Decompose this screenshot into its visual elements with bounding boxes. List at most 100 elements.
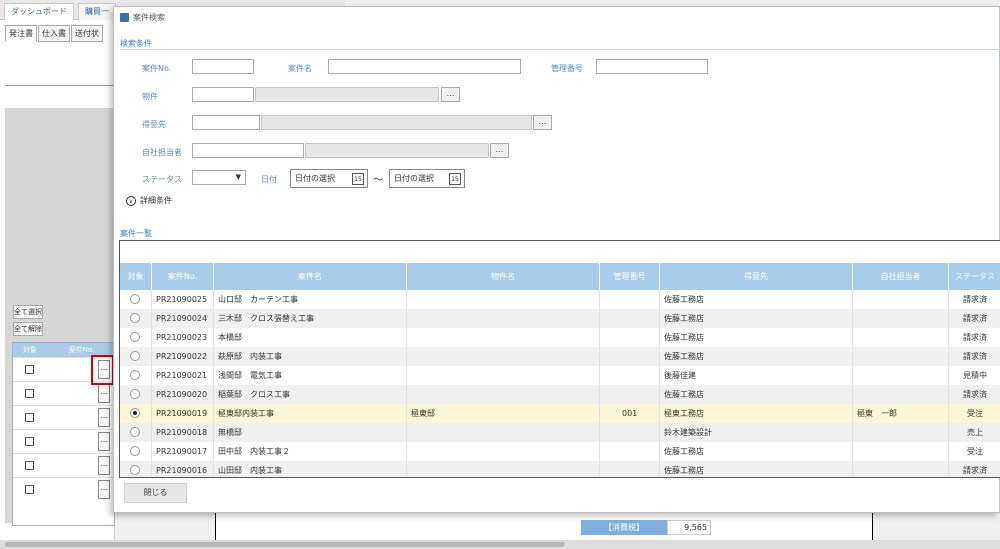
row-select[interactable] xyxy=(120,309,152,328)
close-button[interactable]: 閉じる xyxy=(124,483,187,503)
radio-button[interactable] xyxy=(130,370,140,380)
row-property xyxy=(407,347,600,366)
property-lookup-button[interactable]: … xyxy=(441,87,460,102)
table-row[interactable]: PR21090016 山田邸 内装工事 佐藤工務店 請求済 xyxy=(120,461,1000,477)
date-to-picker[interactable]: 日付の選択 15 xyxy=(389,169,465,188)
row-case-no: PR21090025 xyxy=(152,290,214,309)
scrollbar-thumb[interactable] xyxy=(5,542,565,547)
tax-value: 9,565 xyxy=(667,520,711,535)
date-from-picker[interactable]: 日付の選択 15 xyxy=(290,169,368,188)
row-select[interactable] xyxy=(120,328,152,347)
subtab-order[interactable]: 発注書 xyxy=(5,25,37,42)
subtab-purchase[interactable]: 仕入書 xyxy=(38,25,70,42)
status-select[interactable]: ▼ xyxy=(192,170,246,185)
row-select[interactable] xyxy=(120,347,152,366)
radio-button[interactable] xyxy=(130,313,140,323)
tab-dashboard[interactable]: ダッシュボード xyxy=(4,3,74,20)
mgmt-no-input[interactable] xyxy=(596,59,708,74)
radio-button[interactable] xyxy=(130,427,140,437)
tab-purchase[interactable]: 購買一 xyxy=(78,3,116,20)
table-row[interactable]: PR21090018 無橋邸 鈴木建築設計 売上 xyxy=(120,423,1000,442)
calendar-icon[interactable]: 15 xyxy=(352,173,364,185)
radio-button[interactable] xyxy=(130,332,140,342)
mgmt-no-label: 管理番号 xyxy=(551,64,583,73)
row-case-no: PR21090016 xyxy=(152,461,214,477)
row-select[interactable] xyxy=(120,423,152,442)
app-icon xyxy=(120,13,129,22)
row-select[interactable] xyxy=(120,385,152,404)
tax-label: 【消費税】 xyxy=(581,520,667,535)
row-checkbox[interactable] xyxy=(25,485,34,494)
table-row[interactable]: PR21090017 田中邸 内装工事２ 佐藤工務店 受注 xyxy=(120,442,1000,461)
dialog-title-text: 案件検索 xyxy=(133,13,165,22)
row-staff xyxy=(853,347,949,366)
deselect-all-button[interactable]: 全て解除 xyxy=(13,322,43,336)
detail-toggle[interactable]: ∨ 詳細条件 xyxy=(126,195,172,206)
subtab-cover[interactable]: 送付状 xyxy=(71,25,103,42)
customer-code-input[interactable] xyxy=(192,115,260,130)
row-mgmt-no xyxy=(600,442,660,461)
row-checkbox[interactable] xyxy=(25,365,34,374)
row-select[interactable] xyxy=(120,442,152,461)
case-no-label: 案件No. xyxy=(142,64,172,73)
property-code-input[interactable] xyxy=(192,87,254,102)
row-staff xyxy=(853,328,949,347)
radio-button[interactable] xyxy=(130,351,140,361)
row-mgmt-no xyxy=(600,309,660,328)
table-row[interactable]: PR21090023 本橋邸 佐藤工務店 請求済 xyxy=(120,328,1000,347)
table-row[interactable]: PR21090025 山口邸 カーテン工事 佐藤工務店 請求済 xyxy=(120,290,1000,309)
ellipsis-button[interactable]: … xyxy=(98,408,110,427)
row-mgmt-no xyxy=(600,290,660,309)
row-checkbox[interactable] xyxy=(25,437,34,446)
radio-button[interactable] xyxy=(130,389,140,399)
highlight-box xyxy=(91,355,114,385)
radio-button[interactable] xyxy=(130,446,140,456)
ellipsis-button[interactable]: … xyxy=(98,456,110,475)
radio-button[interactable] xyxy=(130,465,140,475)
staff-name-display xyxy=(305,143,489,158)
ellipsis-button[interactable]: … xyxy=(98,480,110,499)
table-row: … xyxy=(13,429,116,453)
ellipsis-button[interactable]: … xyxy=(98,432,110,451)
calendar-icon[interactable]: 15 xyxy=(449,173,461,185)
row-property xyxy=(407,309,600,328)
row-case-name: 山口邸 カーテン工事 xyxy=(214,290,407,309)
row-status: 売上 xyxy=(949,423,1000,442)
staff-code-input[interactable] xyxy=(192,143,304,158)
staff-lookup-button[interactable]: … xyxy=(490,143,509,158)
table-row[interactable]: PR21090024 三木邸 クロス張替え工事 佐藤工務店 請求済 xyxy=(120,309,1000,328)
row-select[interactable] xyxy=(120,461,152,477)
table-row[interactable]: PR21090020 稲葉邸 クロス工事 佐藤工務店 請求済 xyxy=(120,385,1000,404)
row-status: 見積中 xyxy=(949,366,1000,385)
case-name-input[interactable] xyxy=(328,59,521,74)
row-property xyxy=(407,442,600,461)
row-staff xyxy=(853,309,949,328)
row-case-name: 三木邸 クロス張替え工事 xyxy=(214,309,407,328)
row-customer: 佐藤工務店 xyxy=(660,290,853,309)
horizontal-scrollbar[interactable] xyxy=(0,540,1000,549)
select-all-button[interactable]: 全て選択 xyxy=(13,305,43,319)
row-mgmt-no xyxy=(600,423,660,442)
radio-button[interactable] xyxy=(130,408,140,418)
row-staff xyxy=(853,423,949,442)
row-case-no: PR21090020 xyxy=(152,385,214,404)
row-select[interactable] xyxy=(120,366,152,385)
table-row[interactable]: PR21090021 浅間邸 電気工事 後藤佳建 見積中 xyxy=(120,366,1000,385)
row-checkbox[interactable] xyxy=(25,413,34,422)
row-staff xyxy=(853,385,949,404)
case-no-input[interactable] xyxy=(192,59,254,74)
radio-button[interactable] xyxy=(130,294,140,304)
row-status: 受注 xyxy=(949,404,1000,423)
row-mgmt-no xyxy=(600,347,660,366)
row-checkbox[interactable] xyxy=(25,461,34,470)
table-row[interactable]: PR21090019 極東邸内装工事 極東邸 001 極東工務店 極東 一郎 受注 xyxy=(120,404,1000,423)
table-row[interactable]: PR21090022 萩原邸 内装工事 佐藤工務店 請求済 xyxy=(120,347,1000,366)
row-select[interactable] xyxy=(120,404,152,423)
customer-lookup-button[interactable]: … xyxy=(533,115,552,130)
column-mgmt-no: 管理番号 xyxy=(600,263,660,290)
row-customer: 佐藤工務店 xyxy=(660,347,853,366)
row-checkbox[interactable] xyxy=(25,389,34,398)
ellipsis-button[interactable]: … xyxy=(98,384,110,403)
row-case-name: 萩原邸 内装工事 xyxy=(214,347,407,366)
row-select[interactable] xyxy=(120,290,152,309)
